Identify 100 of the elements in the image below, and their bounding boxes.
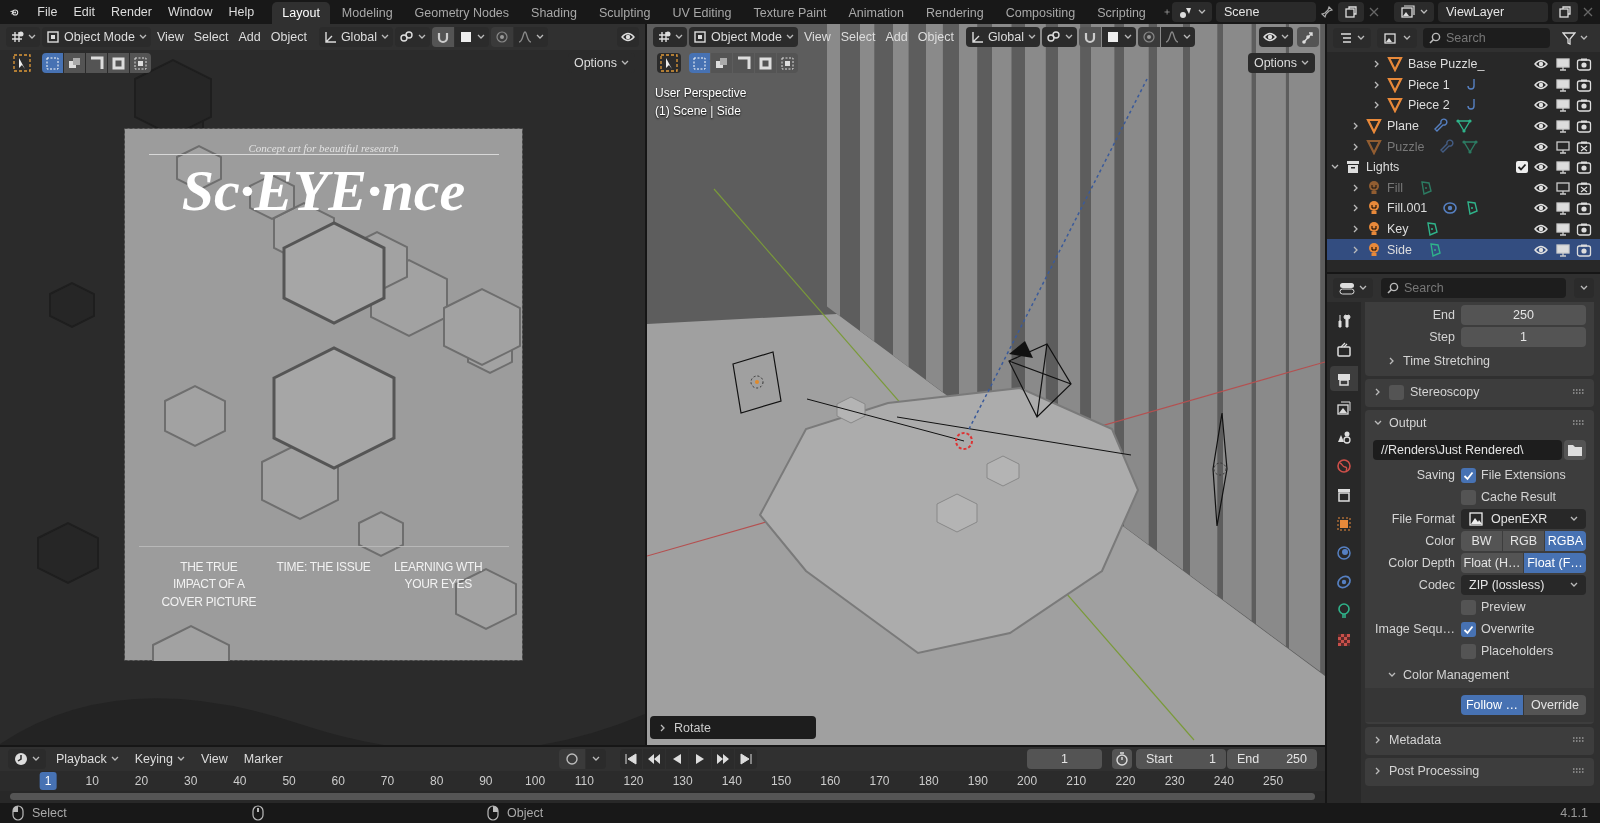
option-button[interactable]: BW [1461, 531, 1502, 551]
field-label: Image Sequ… [1374, 622, 1455, 636]
frame-number: 250 [1262, 774, 1285, 788]
start-frame-field[interactable]: Start 1 [1136, 749, 1226, 769]
number-field[interactable]: 250 [1461, 305, 1586, 325]
outliner-row[interactable]: Piece 1 [1327, 74, 1600, 96]
path-field[interactable]: //Renders\Just Rendered\ [1373, 440, 1562, 460]
current-frame-field[interactable]: 1 [1027, 749, 1102, 769]
menu-item[interactable]: Keying [128, 749, 191, 769]
menu-item[interactable]: Window [161, 2, 219, 22]
end-frame-field[interactable]: End 250 [1227, 749, 1317, 769]
subpanel-header[interactable]: Color Management [1365, 662, 1594, 688]
option-button[interactable]: RGB [1503, 531, 1544, 551]
search-field[interactable]: Search [1423, 28, 1550, 48]
option-button[interactable]: RGBA [1545, 531, 1586, 551]
scene-name-field[interactable]: Scene [1216, 2, 1316, 22]
frame-number: 30 [183, 774, 199, 788]
menu-item[interactable]: Object [913, 27, 958, 47]
status-text: Object [507, 806, 544, 820]
outliner-row[interactable]: Plane [1327, 115, 1600, 137]
menu-item[interactable]: Edit [67, 2, 101, 22]
checkbox[interactable]: Overwrite [1461, 621, 1586, 637]
workspace-tab[interactable]: Animation [838, 2, 914, 24]
outliner-row[interactable]: Fill.001 [1327, 198, 1600, 219]
options-dropdown[interactable]: Options [1247, 53, 1315, 73]
operator-name: Rotate [674, 720, 711, 735]
frame-number: 150 [770, 774, 793, 788]
codec-dropdown[interactable]: ZIP (lossless) [1461, 575, 1586, 595]
option-button[interactable]: Float (F… [1524, 553, 1586, 573]
outliner-row[interactable]: Piece 2 [1327, 95, 1600, 116]
field-label: Saving [1415, 468, 1455, 482]
menu-item[interactable]: Playback [50, 749, 125, 769]
menu-item[interactable]: View [799, 27, 835, 47]
outliner-row[interactable]: Side [1327, 239, 1600, 260]
menu-item[interactable]: File [31, 2, 64, 22]
frame-number: 100 [524, 774, 547, 788]
menu-item[interactable]: Help [222, 2, 261, 22]
workspace-tab[interactable]: Layout [272, 2, 330, 24]
subpanel-header[interactable]: Time Stretching [1365, 348, 1594, 374]
menu-item[interactable]: Render [104, 2, 158, 22]
field-label: Codec [1417, 578, 1455, 592]
outliner-row[interactable]: Key [1327, 218, 1600, 240]
item-label: Side [1387, 242, 1413, 257]
frame-number: 40 [232, 774, 248, 788]
current-frame-marker[interactable]: 1 [39, 772, 57, 790]
frame-number: 200 [1016, 774, 1039, 788]
frame-number: 70 [379, 774, 396, 788]
menu-item[interactable]: Select [836, 27, 880, 47]
panel-header[interactable]: Stereoscopy [1365, 379, 1594, 405]
workspace-tab[interactable]: UV Editing [662, 2, 742, 24]
checkbox[interactable]: Cache Result [1461, 489, 1586, 505]
frame-number: 60 [330, 774, 346, 788]
item-label: Puzzle [1387, 139, 1425, 154]
workspace-tab[interactable]: Shading [521, 2, 587, 24]
frame-number: 180 [917, 774, 940, 788]
frame-number: 170 [868, 774, 891, 788]
option-button[interactable]: Follow … [1461, 695, 1523, 715]
workspace-tab[interactable]: Geometry Nodes [404, 2, 520, 24]
view-info: (1) Scene | Side [655, 103, 742, 120]
workspace-tab[interactable]: Compositing [995, 2, 1086, 24]
number-field[interactable]: 1 [1461, 327, 1586, 347]
view-name: User Perspective [655, 85, 747, 102]
field-label: End [1431, 308, 1455, 322]
workspace-tab[interactable]: Modeling [331, 2, 403, 24]
version-label: 4.1.1 [1560, 806, 1588, 820]
item-label: Piece 2 [1408, 98, 1450, 113]
checkbox[interactable]: File Extensions [1461, 467, 1586, 483]
orientation-dropdown[interactable]: Global [965, 27, 1041, 47]
item-label: Base Puzzle_ [1408, 57, 1485, 72]
mode-dropdown[interactable]: Object Mode [689, 27, 798, 47]
outliner-row[interactable]: Base Puzzle_ [1327, 54, 1600, 75]
item-label: Fill.001 [1387, 201, 1428, 216]
file-format-dropdown[interactable]: OpenEXR [1461, 509, 1586, 529]
frame-number: 10 [84, 774, 100, 788]
workspace-tab[interactable]: Scripting [1087, 2, 1156, 24]
field-label: Color [1424, 534, 1455, 548]
frame-number: 160 [819, 774, 842, 788]
menu-item[interactable]: View [194, 749, 234, 769]
workspace-tab[interactable]: Sculpting [588, 2, 661, 24]
panel-header[interactable]: Output [1365, 410, 1594, 436]
menu-item[interactable]: Marker [237, 749, 289, 769]
operator-panel[interactable]: Rotate [650, 716, 816, 739]
panel-header[interactable]: Post Processing [1365, 758, 1594, 784]
search-field[interactable]: Search [1381, 278, 1566, 298]
panel-header[interactable]: Metadata [1365, 727, 1594, 753]
view-layer-name-field[interactable]: ViewLayer [1438, 2, 1548, 22]
frame-number: 240 [1212, 774, 1235, 788]
checkbox[interactable]: Preview [1461, 599, 1586, 615]
checkbox[interactable]: Placeholders [1461, 643, 1586, 659]
option-button[interactable]: Override [1524, 695, 1586, 715]
field-label: Color Depth [1387, 556, 1455, 570]
workspace-tab[interactable]: Rendering [916, 2, 994, 24]
frame-number: 220 [1114, 774, 1137, 788]
item-label: Piece 1 [1408, 77, 1450, 92]
outliner-row[interactable]: Lights [1327, 156, 1600, 178]
option-button[interactable]: Float (H… [1461, 553, 1523, 573]
item-label: Key [1387, 222, 1409, 237]
workspace-tab[interactable]: Texture Paint [743, 2, 837, 24]
frame-number: 130 [671, 774, 694, 788]
frame-number: 110 [573, 774, 595, 788]
